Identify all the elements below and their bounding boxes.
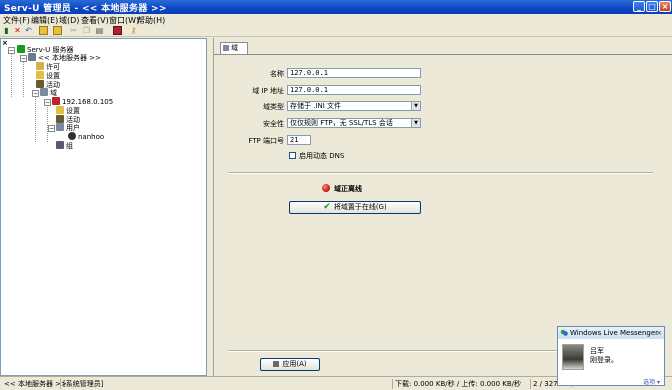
messenger-logo-icon — [560, 329, 568, 337]
menu-bar: 文件(F) 编辑(E) 域(D) 查看(V) 窗口(W) 帮助(H) — [0, 14, 672, 25]
cut-icon[interactable]: ✂ — [69, 26, 78, 35]
tree-connector — [47, 105, 48, 142]
dynamic-dns-label: 启用动态 DNS — [299, 152, 345, 160]
close-pane-icon[interactable]: × — [2, 39, 8, 47]
name-input[interactable]: 127.0.0.1 — [287, 68, 421, 78]
tree-collapse-domain[interactable]: − — [44, 99, 51, 106]
chevron-down-icon: ▼ — [411, 119, 420, 127]
contact-message: 刚登录。 — [590, 356, 618, 364]
port-label: FTP 端口号 — [248, 137, 284, 145]
tree-item-groups[interactable]: 组 — [56, 141, 73, 150]
tree-item-license[interactable]: 许可 — [36, 62, 60, 71]
offline-status-icon — [322, 184, 330, 192]
undo-icon[interactable]: ↶ — [24, 26, 33, 35]
serv-u-icon — [17, 45, 25, 53]
security-label: 安全性 — [263, 120, 284, 128]
messenger-title: Windows Live Messenger — [570, 329, 659, 337]
apply-icon — [273, 361, 280, 367]
tab-domain[interactable]: 域 — [220, 42, 248, 54]
type-label: 域类型 — [263, 103, 284, 111]
activity-icon — [36, 80, 44, 88]
port-input[interactable]: 21 — [287, 135, 311, 145]
status-server: << 本地服务器 >> — [4, 380, 67, 388]
settings-folder-icon — [36, 71, 44, 79]
tree-connector — [23, 59, 24, 97]
book-icon[interactable] — [113, 26, 122, 35]
server-icon — [28, 53, 36, 61]
tree-item-settings[interactable]: 设置 — [36, 71, 60, 80]
open-folder-icon[interactable] — [39, 26, 48, 35]
tree-item-domain-ip[interactable]: 192.168.0.105 — [52, 97, 113, 106]
dynamic-dns-checkbox[interactable] — [289, 152, 296, 159]
tree-connector — [11, 51, 12, 97]
tree-collapse-local[interactable]: − — [20, 55, 27, 62]
tree-collapse-users[interactable]: − — [48, 125, 55, 132]
close-icon[interactable]: × — [656, 327, 662, 339]
tree-item-domain-settings[interactable]: 设置 — [56, 106, 80, 115]
settings-folder-icon — [56, 106, 64, 114]
close-button[interactable]: × — [659, 1, 671, 12]
options-link[interactable]: 选项 ▾ — [643, 377, 660, 386]
minimize-button[interactable]: _ — [633, 1, 645, 12]
avatar — [562, 344, 584, 370]
tree-item-user[interactable]: nanhoo — [68, 132, 104, 141]
window-title: Serv-U 管理员 - << 本地服务器 >> — [4, 4, 167, 14]
maximize-button[interactable]: □ — [646, 1, 658, 12]
security-value: 仅仅规则 FTP，无 SSL/TLS 会话 — [290, 119, 393, 127]
key-icon[interactable]: ⚷ — [129, 26, 138, 35]
apply-button[interactable]: 应用(A) — [260, 358, 320, 371]
tree-connector — [35, 96, 36, 142]
messenger-header: Windows Live Messenger × — [558, 327, 664, 339]
user-icon — [68, 132, 76, 140]
domain-type-select[interactable]: 存储于 .INI 文件 ▼ — [287, 101, 421, 111]
domain-status-text: 域正离线 — [334, 185, 362, 193]
check-icon: ✔ — [323, 202, 331, 212]
connect-icon[interactable]: ▮ — [2, 26, 11, 35]
tree-collapse-root[interactable]: − — [8, 47, 15, 54]
server-tree: × − Serv-U 服务器 − << 本地服务器 >> 许可 设置 活动 − … — [0, 38, 207, 376]
tree-item-users[interactable]: 用户 — [56, 123, 80, 132]
groups-icon — [56, 141, 64, 149]
users-icon — [56, 123, 64, 131]
domain-icon — [52, 97, 60, 105]
messenger-notification[interactable]: Windows Live Messenger × 吕军 刚登录。 选项 ▾ — [557, 326, 665, 386]
name-label: 名称 — [270, 70, 284, 78]
security-select[interactable]: 仅仅规则 FTP，无 SSL/TLS 会话 ▼ — [287, 118, 421, 128]
bring-online-button[interactable]: ✔ 将域置于在线(G) — [289, 201, 421, 214]
tree-collapse-domains[interactable]: − — [32, 90, 39, 97]
license-icon — [36, 62, 44, 70]
tree-item-domains[interactable]: 域 — [40, 88, 57, 97]
domains-icon — [40, 88, 48, 96]
delete-icon[interactable]: ✕ — [13, 26, 22, 35]
title-bar: Serv-U 管理员 - << 本地服务器 >> _ □ × — [0, 0, 672, 14]
copy-icon[interactable]: ❐ — [82, 26, 91, 35]
ip-label: 域 IP 地址 — [252, 87, 284, 95]
tree-item-local-server[interactable]: << 本地服务器 >> — [28, 53, 101, 62]
activity-icon — [56, 115, 64, 123]
ip-input[interactable]: 127.0.0.1 — [287, 85, 421, 95]
tab-strip-line — [214, 54, 672, 55]
paste-icon[interactable]: ▤ — [95, 26, 104, 35]
domain-type-value: 存储于 .INI 文件 — [290, 102, 342, 110]
status-transfer: 下载: 0.000 KB/秒 / 上传: 0.000 KB/秒 — [392, 379, 528, 389]
domain-tab-icon — [223, 45, 229, 51]
status-role: [系统管理员] — [60, 379, 114, 389]
toolbar: ▮ ✕ ↶ ✂ ❐ ▤ ⚷ — [0, 25, 672, 37]
chevron-down-icon: ▼ — [411, 102, 420, 110]
new-folder-icon[interactable] — [53, 26, 62, 35]
separator — [228, 172, 653, 174]
